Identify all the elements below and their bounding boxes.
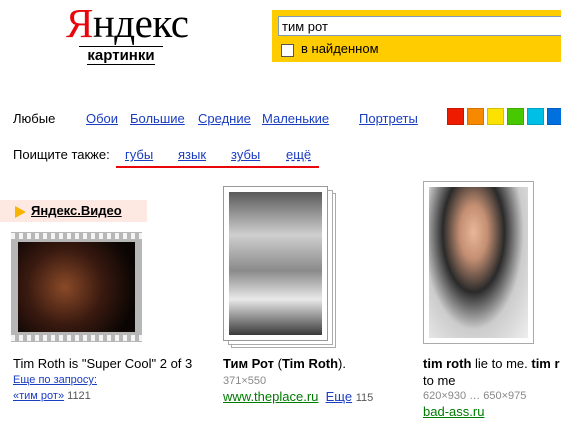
color-filter-red[interactable] [447,108,464,125]
result-2-footer: www.theplace.ru Еще 115 [223,389,373,404]
related-tongue[interactable]: язык [178,147,206,162]
search-in-results-label: в найденном [301,41,379,56]
related-lips[interactable]: губы [125,147,153,162]
filter-large[interactable]: Большие [130,111,185,126]
film-holes-top [11,233,142,239]
video-count: 1121 [67,390,91,402]
color-filter-green[interactable] [507,108,524,125]
yandex-video-header[interactable]: Яндекс.Видео [0,200,147,222]
result-3-title-line2[interactable]: to me [423,373,456,388]
image-result-3[interactable] [423,181,534,344]
color-filter-orange[interactable] [467,108,484,125]
result-3-site[interactable]: bad-ass.ru [423,404,484,419]
filter-wallpapers[interactable]: Обои [86,111,118,126]
search-input[interactable] [278,16,561,36]
related-label: Поищите также: [13,147,110,162]
related-more[interactable]: ещё [286,147,311,162]
film-holes-bottom [11,335,142,341]
result-3-title[interactable]: tim roth lie to me. tim r [423,356,560,371]
logo-wordmark: Яндекс [66,0,189,46]
result-2-more-count: 115 [355,392,374,404]
result-2-title[interactable]: Тим Рот (Tim Roth). [223,356,346,371]
image-result-2[interactable] [223,186,328,341]
result-3-sizes: 620×930 … 650×975 [423,390,527,402]
video-thumbnail[interactable] [11,232,142,342]
result-2-size: 371×550 [223,375,267,387]
yandex-video-title[interactable]: Яндекс.Видео [31,203,122,218]
related-underline [116,166,319,168]
video-frame [18,242,135,332]
video-more-link[interactable]: Еще по запросу: [13,374,97,386]
search-in-results-checkbox[interactable] [281,44,294,57]
result-2-more[interactable]: Еще [326,389,352,404]
video-query-link[interactable]: «тим рот» [13,390,64,402]
color-filter-blue[interactable] [547,108,561,125]
result-2-site[interactable]: www.theplace.ru [223,389,318,404]
related-teeth[interactable]: зубы [231,147,260,162]
color-filter-yellow[interactable] [487,108,504,125]
play-triangle-icon [15,206,26,218]
yandex-logo[interactable]: Яндекс картинки [66,0,189,65]
filter-portraits[interactable]: Портреты [359,111,418,126]
color-filter-cyan[interactable] [527,108,544,125]
filter-medium[interactable]: Средние [198,111,251,126]
search-panel: в найденном [272,10,561,62]
filter-any: Любые [13,111,56,126]
filter-small[interactable]: Маленькие [262,111,329,126]
video-caption[interactable]: Tim Roth is "Super Cool" 2 of 3 [13,356,192,371]
logo-service-name[interactable]: картинки [79,46,163,65]
image-result-2-photo [229,192,322,335]
image-result-3-photo [429,187,528,338]
